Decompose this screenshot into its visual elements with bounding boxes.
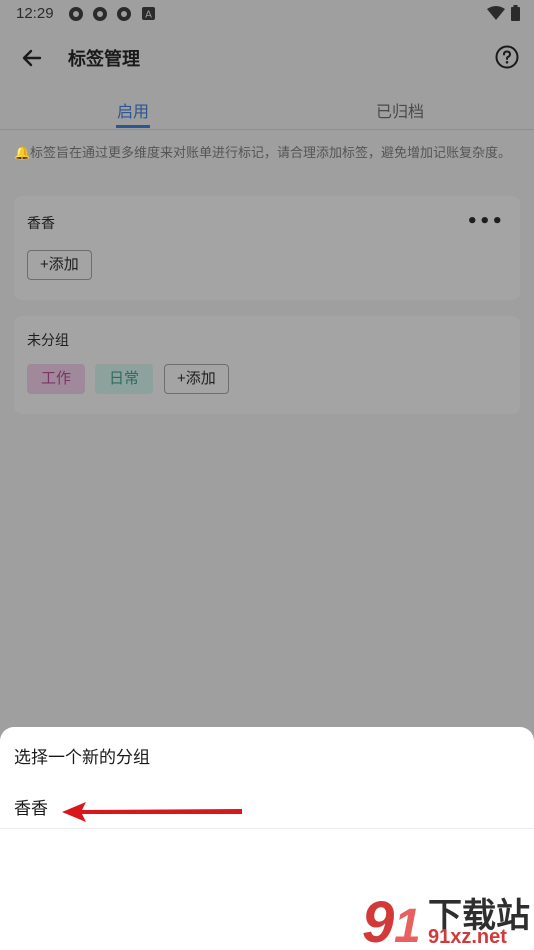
status-time: 12:29	[16, 5, 54, 22]
tab-archived[interactable]: 已归档	[376, 98, 424, 122]
tab-indicator	[116, 125, 150, 128]
wifi-icon	[487, 6, 505, 20]
svg-text:1: 1	[394, 900, 421, 950]
a-icon: A	[142, 7, 155, 20]
sheet-item-label: 香香	[14, 799, 48, 818]
tag-chip[interactable]: 工作	[27, 364, 86, 394]
sheet-title: 选择一个新的分组	[14, 748, 150, 767]
watermark-url: 91xz.net	[428, 926, 507, 948]
watermark-logo-icon: 9 1	[362, 890, 421, 950]
tag-chip[interactable]: 日常	[95, 364, 154, 394]
app-bar: 标签管理	[0, 30, 534, 86]
group-card: 未分组 工作 日常 +添加	[14, 316, 520, 414]
arrow-left-icon[interactable]	[18, 44, 46, 72]
tab-bar: 启用 已归档	[0, 92, 534, 130]
battery-icon	[511, 5, 520, 21]
app-icon	[117, 7, 131, 21]
help-circle-icon[interactable]	[494, 44, 520, 70]
notice-text: 标签旨在通过更多维度来对账单进行标记，请合理添加标签，避免增加记账复杂度。	[30, 145, 512, 160]
notice: 🔔标签旨在通过更多维度来对账单进行标记，请合理添加标签，避免增加记账复杂度。	[14, 143, 524, 163]
screen: 12:29 A 标签管理 启用 已归档 🔔标签旨在通过更多维度来对账单进行标记，…	[0, 0, 534, 950]
add-tag-button[interactable]: +添加	[27, 250, 92, 280]
group-name: 未分组	[27, 332, 69, 348]
svg-text:A: A	[145, 10, 152, 21]
annotation-arrow-icon	[62, 802, 242, 822]
status-bar: 12:29 A	[0, 0, 534, 28]
page-title: 标签管理	[68, 49, 140, 69]
more-icon[interactable]: •••	[466, 211, 504, 232]
watermark: 9 1 下载站 91xz.net	[362, 888, 532, 950]
add-tag-button[interactable]: +添加	[164, 364, 229, 394]
svg-text:9: 9	[362, 890, 394, 950]
group-card: 香香 ••• +添加	[14, 196, 520, 300]
app-icon	[69, 7, 83, 21]
status-right	[487, 5, 520, 21]
group-name: 香香	[27, 215, 55, 231]
app-icon	[93, 7, 107, 21]
bell-icon: 🔔	[14, 145, 31, 160]
tab-enabled[interactable]: 启用	[117, 98, 149, 122]
